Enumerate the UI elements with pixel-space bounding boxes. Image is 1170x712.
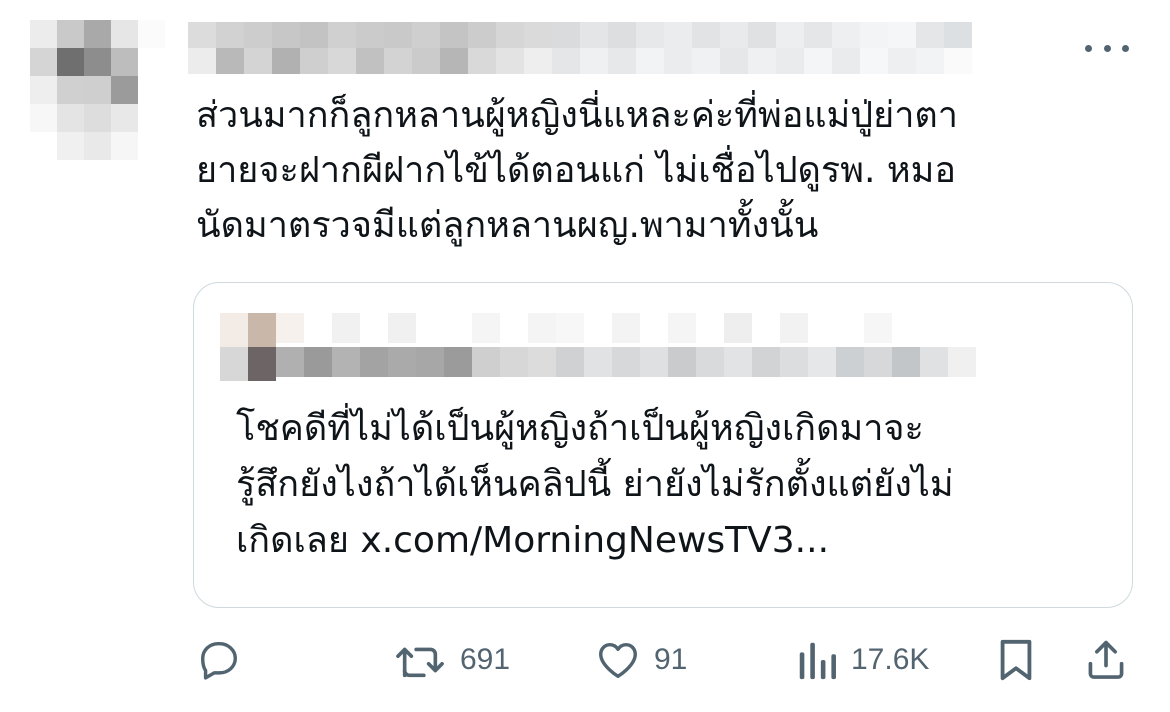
quoted-tweet-text: โชคดีที่ไม่ได้เป็นผู้หญิงถ้าเป็นผู้หญิงเ…	[236, 408, 954, 561]
views-button[interactable]: 17.6K	[795, 630, 929, 690]
more-dot	[1085, 44, 1092, 52]
author-name-blurred[interactable]	[188, 22, 1028, 74]
avatar[interactable]	[30, 20, 165, 160]
reply-button[interactable]	[196, 630, 242, 690]
quoted-author-name-blurred	[276, 313, 976, 381]
retweet-icon	[396, 647, 444, 678]
share-button[interactable]	[1084, 630, 1128, 690]
view-count: 17.6K	[851, 643, 930, 676]
more-options-icon[interactable]	[1085, 36, 1129, 60]
share-icon	[1088, 640, 1124, 679]
retweet-count: 691	[460, 643, 511, 676]
more-dot	[1103, 44, 1111, 52]
tweet-text: ส่วนมากก็ลูกหลานผู้หญิงนี่แหละค่ะที่พ่อแ…	[196, 95, 959, 246]
bar-chart-icon	[799, 642, 836, 680]
more-dot	[1122, 44, 1129, 52]
quoted-tweet-card[interactable]: โชคดีที่ไม่ได้เป็นผู้หญิงถ้าเป็นผู้หญิงเ…	[193, 282, 1133, 608]
tweet-action-bar: 691 91 17.6K	[0, 630, 1170, 690]
heart-icon	[599, 642, 637, 679]
bookmark-button[interactable]	[996, 630, 1036, 690]
quoted-avatar	[220, 313, 276, 381]
like-count: 91	[654, 643, 688, 676]
like-button[interactable]: 91	[594, 630, 687, 690]
speech-bubble-icon	[200, 641, 238, 680]
retweet-button[interactable]: 691	[392, 630, 510, 690]
bookmark-icon	[1000, 639, 1032, 681]
